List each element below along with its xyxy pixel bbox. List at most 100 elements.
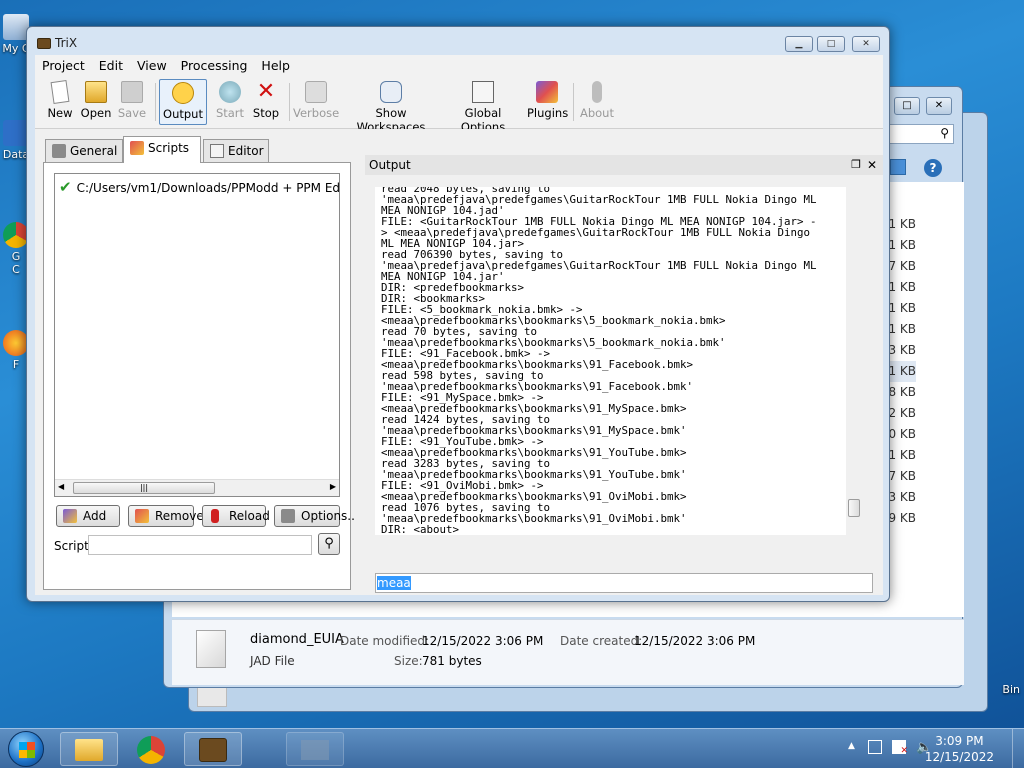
windows-logo-icon [19, 742, 35, 758]
taskbar-chrome[interactable] [122, 732, 180, 766]
stop-icon: ✕ [256, 79, 276, 104]
close-button[interactable]: ✕ [926, 97, 952, 115]
about-button[interactable]: About [577, 79, 617, 125]
magnifier-icon: ⚲ [324, 536, 334, 551]
maximize-button[interactable]: □ [817, 36, 845, 52]
speech-bubble-icon [172, 82, 194, 104]
open-folder-icon [85, 81, 107, 103]
save-icon [121, 81, 143, 103]
new-button[interactable]: New [43, 79, 77, 125]
scrollbar-thumb[interactable]: ||| [73, 482, 215, 494]
close-button[interactable]: ✕ [852, 36, 880, 52]
start-menu-button[interactable] [8, 731, 44, 767]
tab-editor[interactable]: Editor [203, 139, 269, 162]
taskbar: ▲ ✕ 🔈 3:09 PM 12/15/2022 [0, 728, 1024, 768]
remove-button[interactable]: Remove [128, 505, 204, 527]
show-hidden-icons-icon[interactable]: ▲ [848, 741, 855, 751]
vertical-scrollbar[interactable] [846, 187, 863, 535]
details-pane: diamond_EUIA JAD File Date modified: 12/… [172, 619, 964, 685]
menu-project[interactable]: Project [35, 55, 92, 76]
desktop-icon-label: G C [11, 250, 21, 276]
options-button[interactable]: Options.. [274, 505, 355, 527]
window-icon [301, 740, 329, 760]
file-icon [196, 630, 226, 668]
taskbar-trix[interactable] [184, 732, 242, 766]
menu-processing[interactable]: Processing [174, 55, 255, 76]
verbose-button[interactable]: Verbose [293, 79, 339, 125]
taskbar-clock[interactable]: 3:09 PM 12/15/2022 [925, 733, 994, 765]
menu-help[interactable]: Help [254, 55, 297, 76]
desktop-icon-label: F [12, 358, 20, 371]
file-type: JAD File [250, 654, 295, 668]
output-panel: Output ❐ ✕ read 2048 bytes, saving to 'm… [365, 155, 883, 595]
reload-button[interactable]: Reload [202, 505, 270, 527]
scrollbar-thumb[interactable] [848, 499, 860, 517]
toolbar: New Open Save Output Start ✕ Stop Verbos… [35, 77, 883, 134]
preview-pane-icon[interactable] [890, 159, 906, 175]
minimize-button[interactable]: ▁ [785, 36, 813, 52]
global-options-button[interactable]: Global Options [443, 79, 523, 134]
command-text: meaa [377, 576, 411, 590]
show-workspaces-button[interactable]: Show Workspaces [343, 79, 439, 134]
network-icon[interactable] [868, 740, 882, 754]
output-panel-header: Output ❐ ✕ [365, 155, 883, 175]
folder-icon [75, 739, 103, 761]
trix-app-icon [37, 38, 51, 49]
scripts-icon [130, 141, 144, 155]
options-icon [472, 81, 494, 103]
menu-view[interactable]: View [130, 55, 174, 76]
action-center-icon[interactable]: ✕ [892, 740, 908, 756]
script-list[interactable]: ✔ C:/Users/vm1/Downloads/PPModd + PPM Edi… [54, 173, 340, 497]
output-command-input[interactable]: meaa [375, 573, 873, 593]
tab-general[interactable]: General [45, 139, 123, 162]
plugins-button[interactable]: Plugins [527, 79, 568, 125]
plugins-icon [536, 81, 558, 103]
taskbar-app[interactable] [286, 732, 344, 766]
script-input[interactable] [88, 535, 312, 555]
clock-date: 12/15/2022 [924, 750, 994, 764]
output-panel-title: Output [369, 158, 411, 172]
show-desktop-button[interactable] [1012, 729, 1024, 768]
date-modified-value: 12/15/2022 3:06 PM [422, 634, 544, 648]
help-icon[interactable]: ? [924, 159, 942, 177]
menu-edit[interactable]: Edit [92, 55, 130, 76]
date-modified-label: Date modified: [340, 634, 430, 648]
workspaces-icon [380, 81, 402, 103]
size-value: 781 bytes [422, 654, 482, 668]
add-icon [63, 509, 77, 523]
output-log-text: read 2048 bytes, saving to 'meaa\predefj… [381, 187, 817, 535]
start-button[interactable]: Start [213, 79, 247, 125]
output-button[interactable]: Output [159, 79, 207, 125]
checkmark-icon: ✔ [59, 178, 72, 196]
save-button[interactable]: Save [115, 79, 149, 125]
tab-scripts[interactable]: Scripts [123, 136, 201, 163]
file-name: diamond_EUIA [250, 632, 344, 647]
trix-window[interactable]: TriX ▁ □ ✕ Project Edit View Processing Help… [26, 26, 890, 602]
add-button[interactable]: Add [56, 505, 120, 527]
recycle-bin-icon[interactable] [986, 632, 1016, 672]
open-button[interactable]: Open [79, 79, 113, 125]
taskbar-explorer[interactable] [60, 732, 118, 766]
trix-icon [199, 738, 227, 762]
float-panel-icon[interactable]: ❐ [851, 155, 861, 175]
horizontal-scrollbar[interactable]: ◀ ||| ▶ [55, 479, 339, 496]
date-created-value: 12/15/2022 3:06 PM [634, 634, 756, 648]
start-icon [219, 81, 241, 103]
reload-icon [211, 509, 219, 523]
maximize-button[interactable]: □ [894, 97, 920, 115]
scroll-right-icon[interactable]: ▶ [330, 482, 336, 491]
main-area: General Scripts Editor ✔ C:/Users/vm1/Dow… [35, 129, 883, 595]
close-panel-icon[interactable]: ✕ [867, 155, 877, 175]
date-created-label: Date created: [560, 634, 643, 648]
verbose-icon [305, 81, 327, 103]
clock-time: 3:09 PM [935, 734, 984, 748]
editor-icon [210, 144, 224, 158]
stop-button[interactable]: ✕ Stop [249, 79, 283, 125]
scroll-left-icon[interactable]: ◀ [58, 482, 64, 491]
size-label: Size: [394, 654, 423, 668]
remove-icon [135, 509, 149, 523]
script-search-button[interactable]: ⚲ [318, 533, 340, 555]
list-item[interactable]: ✔ C:/Users/vm1/Downloads/PPModd + PPM Edi… [59, 178, 339, 196]
options-tools-icon [281, 509, 295, 523]
output-log[interactable]: read 2048 bytes, saving to 'meaa\predefj… [375, 187, 863, 535]
